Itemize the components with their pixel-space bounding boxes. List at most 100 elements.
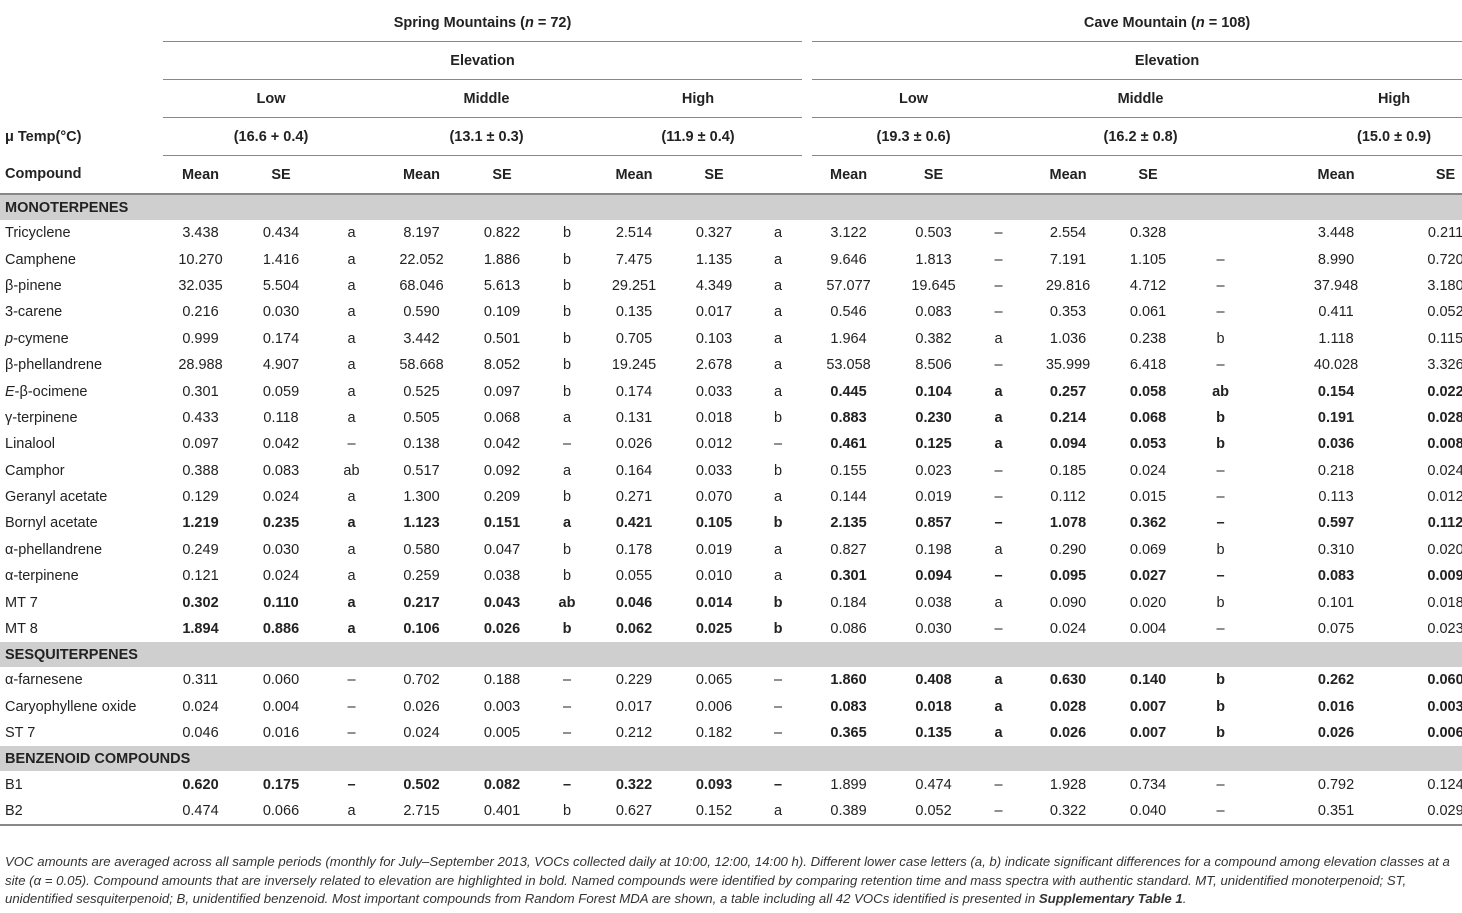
mean-value: 58.668 (399, 357, 444, 374)
se-value: 0.198 (915, 541, 952, 558)
se-header: SE (464, 155, 540, 195)
se-value: 1.813 (915, 251, 952, 268)
table-body: Spring Mountains (n = 72) Cave Mountain … (0, 4, 1462, 827)
compound-name: γ-terpinene (5, 409, 78, 426)
mean-value: 0.083 (1317, 568, 1355, 585)
significance-letter: a (994, 541, 1003, 558)
mean-value: 0.310 (1317, 541, 1355, 558)
mean-value: 0.271 (615, 489, 653, 506)
significance-letter: b (773, 515, 783, 532)
se-value: 0.327 (695, 225, 733, 242)
se-value: 0.009 (1427, 568, 1462, 585)
significance-letter: a (562, 409, 572, 426)
mean-value: 8.197 (403, 225, 440, 242)
se-value: 0.069 (1129, 541, 1167, 558)
se-value: 0.083 (915, 304, 952, 321)
mean-value: 32.035 (178, 277, 223, 294)
se-value: 0.038 (483, 568, 521, 585)
se-value: 0.004 (262, 698, 300, 715)
table-row: E-β-ocimene 0.301 0.059 a 0.525 0.097 b 0.174 0.… (0, 378, 1462, 404)
significance-letter: a (773, 568, 783, 585)
se-value: 0.018 (695, 409, 733, 426)
mean-value: 57.077 (826, 277, 871, 294)
mean-value: 0.214 (1049, 409, 1087, 426)
se-value: 3.180 (1427, 277, 1462, 294)
se-value: 0.012 (1427, 489, 1462, 506)
section-title: MONOTERPENES (0, 194, 1462, 220)
mean-value: 0.627 (594, 797, 674, 827)
significance-letter: b (562, 383, 572, 400)
mean-value: 2.514 (615, 225, 653, 242)
compound-name: E-β-ocimene (5, 383, 88, 400)
se-value: 0.033 (695, 462, 733, 479)
compound-name: β-pinene (5, 277, 62, 294)
mean-value: 0.388 (182, 462, 219, 479)
section-title: BENZENOID COMPOUNDS (0, 746, 1462, 772)
se-value: 0.135 (915, 725, 952, 742)
se-value: 0.501 (483, 330, 521, 347)
mean-value: 0.474 (163, 797, 238, 827)
significance-letter: b (1216, 698, 1225, 715)
se-value: 0.028 (1427, 409, 1462, 426)
mean-value: 19.245 (611, 357, 657, 374)
mean-value: 2.554 (1049, 225, 1087, 242)
significance-letter: b (1216, 541, 1225, 558)
mean-value: 0.353 (1049, 304, 1087, 321)
significance-letter: a (347, 225, 356, 242)
table-row: γ-terpinene 0.433 0.118 a 0.505 0.068 a 0.131 0.… (0, 405, 1462, 431)
se-value: 0.886 (262, 621, 300, 638)
se-value: 0.092 (483, 462, 521, 479)
se-value: 0.059 (262, 383, 300, 400)
mean-value: 0.365 (830, 725, 867, 742)
mean-value: 0.212 (615, 725, 653, 742)
significance-letter: b (562, 541, 572, 558)
significance-letter: – (994, 462, 1003, 479)
se-value: 0.104 (915, 383, 952, 400)
mean-value: 0.705 (615, 330, 653, 347)
mean-value: 0.055 (615, 568, 653, 585)
se-value: 0.029 (1406, 797, 1462, 827)
mean-value: 0.505 (403, 409, 440, 426)
se-value: 0.174 (262, 330, 300, 347)
mean-value: 1.300 (403, 489, 440, 506)
se-value: 0.008 (1427, 436, 1462, 453)
significance-letter: – (773, 672, 783, 689)
se-value: 0.061 (1129, 304, 1167, 321)
mean-value: 0.259 (403, 568, 440, 585)
se-value: 1.886 (483, 251, 521, 268)
mean-value: 1.860 (830, 672, 867, 689)
significance-letter: a (754, 797, 803, 827)
significance-letter: a (994, 672, 1003, 689)
se-value: 3.326 (1427, 357, 1462, 374)
mean-value: 0.106 (403, 621, 440, 638)
temp-value: (16.2 ± 0.8) (1015, 117, 1267, 156)
se-value: 0.030 (915, 621, 952, 638)
supplementary-table-link[interactable]: Supplementary Table 1 (1039, 891, 1183, 906)
se-value: 0.003 (483, 698, 521, 715)
significance-letter: – (994, 277, 1003, 294)
significance-letter: a (773, 489, 783, 506)
temp-value: (15.0 ± 0.9) (1266, 117, 1462, 156)
se-value: 0.103 (695, 330, 733, 347)
mean-value: 0.113 (1318, 489, 1354, 506)
significance-letter: – (1216, 462, 1225, 479)
compound-name: Camphor (5, 462, 65, 479)
significance-letter: – (994, 515, 1003, 532)
mean-value: 0.257 (1049, 383, 1087, 400)
table-row: Camphor 0.388 0.083 ab 0.517 0.092 a 0.164 0.033… (0, 458, 1462, 484)
se-value: 0.030 (262, 541, 300, 558)
table-row: Geranyl acetate 0.129 0.024 a 1.300 0.209 b 0.2… (0, 484, 1462, 510)
se-value: 0.211 (1427, 225, 1462, 242)
significance-letter: – (347, 776, 356, 793)
mean-value: 0.024 (1049, 621, 1087, 638)
mean-value: 0.178 (615, 541, 653, 558)
se-value: 0.015 (1129, 489, 1167, 506)
significance-letter: b (773, 409, 783, 426)
se-value: 0.734 (1129, 776, 1167, 793)
table-row: Bornyl acetate 1.219 0.235 a 1.123 0.151 a 0.42… (0, 510, 1462, 536)
mean-value: 3.122 (830, 225, 867, 242)
se-value: 0.053 (1129, 436, 1167, 453)
compound-name: Camphene (5, 251, 76, 268)
mean-value: 1.078 (1049, 515, 1087, 532)
mean-value: 7.191 (1049, 251, 1087, 268)
